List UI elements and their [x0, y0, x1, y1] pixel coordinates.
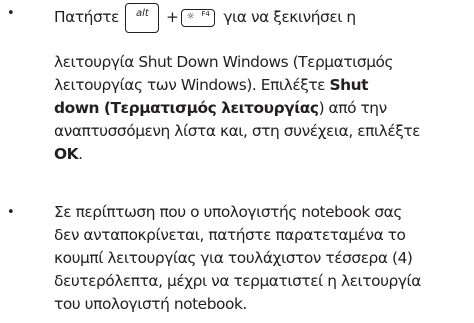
instruction-line: δευτερόλεπτα, μέχρι να τερματιστεί η λει… — [54, 272, 421, 290]
instruction-line-1: Πατήστε alt + ☼ F4 για να ξεκινήσει η — [54, 2, 474, 33]
f4-key-label: F4 — [201, 9, 210, 18]
alt-key-icon: alt — [124, 2, 159, 33]
instruction-text: για να ξεκινήσει η — [223, 8, 356, 26]
instruction-text: λειτουργίας των Windows). Επιλέξτε — [54, 76, 330, 94]
f4-sleep-key-icon: ☼ F4 — [181, 8, 216, 27]
bold-term: Shut — [329, 76, 369, 94]
instruction-text: ) από την — [318, 99, 388, 117]
plus-sign: + — [165, 8, 179, 26]
instruction-text: . — [78, 145, 83, 163]
bullet-marker: • — [7, 6, 15, 21]
instruction-line: λειτουργία Shut Down Windows (Τερματισμό… — [54, 53, 394, 71]
sleep-icon: ☼ — [186, 11, 195, 22]
bullet-marker: • — [7, 205, 15, 220]
instruction-line: Σε περίπτωση που ο υπολογιστής notebook … — [54, 203, 402, 221]
bold-term: down (Τερματισμός λειτουργίας — [54, 99, 319, 117]
instruction-line: OK. — [54, 143, 474, 166]
instruction-line: down (Τερματισμός λειτουργίας) από την — [54, 97, 474, 120]
bold-term: OK — [54, 145, 79, 163]
instruction-line: δεν ανταποκρίνεται, πατήστε παρατεταμένα… — [54, 226, 406, 244]
instruction-line: αναπτυσσόμενη λίστα και, στη συνέχεια, ε… — [54, 122, 421, 140]
instruction-line: κουμπί λειτουργίας για τουλάχιστον τέσσε… — [54, 249, 413, 267]
instruction-line: του υπολογιστή notebook. — [54, 295, 247, 313]
instruction-text: Πατήστε — [54, 8, 119, 26]
instruction-line: λειτουργίας των Windows). Επιλέξτε Shut — [54, 74, 474, 97]
alt-key-label: alt — [135, 7, 149, 19]
